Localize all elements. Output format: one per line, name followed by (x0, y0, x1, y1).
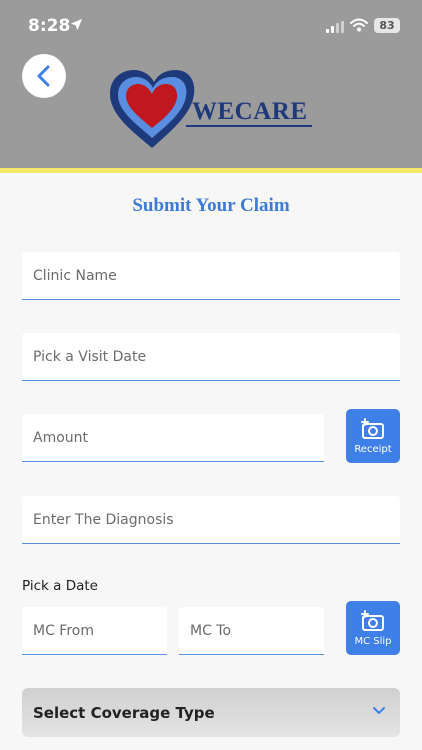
header-stripe (0, 168, 422, 173)
receipt-button-label: Receipt (354, 443, 392, 455)
visit-date-field[interactable]: Pick a Visit Date (22, 333, 400, 381)
amount-field[interactable]: Amount (22, 414, 324, 462)
clinic-name-field[interactable]: Clinic Name (22, 252, 400, 300)
mc-slip-button-label: MC Slip (354, 635, 392, 647)
coverage-type-label: Select Coverage Type (33, 703, 215, 722)
logo-text: WECARE (192, 98, 308, 125)
mc-to-field[interactable]: MC To (179, 607, 324, 655)
diagnosis-placeholder: Enter The Diagnosis (33, 511, 174, 528)
diagnosis-field[interactable]: Enter The Diagnosis (22, 496, 400, 544)
receipt-photo-button[interactable]: Receipt (346, 409, 400, 463)
status-bar: 8:28 83 (0, 0, 422, 54)
location-arrow-icon (70, 18, 83, 36)
back-button[interactable] (22, 54, 66, 98)
wifi-icon (350, 18, 368, 37)
visit-date-placeholder: Pick a Visit Date (33, 348, 147, 365)
mc-from-placeholder: MC From (33, 622, 94, 639)
mc-slip-photo-button[interactable]: MC Slip (346, 601, 400, 655)
chevron-left-icon (37, 65, 50, 87)
add-photo-icon (361, 417, 384, 439)
cellular-signal-icon (326, 20, 344, 38)
heart-logo-icon (110, 70, 195, 148)
page-title: Submit Your Claim (132, 195, 290, 216)
add-photo-icon (361, 609, 384, 631)
status-time: 8:28 (28, 16, 71, 36)
pick-date-label: Pick a Date (22, 578, 98, 594)
logo-underline (186, 125, 312, 127)
clinic-name-placeholder: Clinic Name (33, 267, 117, 284)
coverage-type-select[interactable]: Select Coverage Type (22, 688, 400, 737)
chevron-down-icon (373, 707, 385, 714)
mc-to-placeholder: MC To (190, 622, 232, 639)
battery-indicator: 83 (374, 18, 400, 33)
mc-from-field[interactable]: MC From (22, 607, 167, 655)
amount-placeholder: Amount (33, 429, 89, 446)
wecare-logo: WECARE (108, 68, 314, 150)
